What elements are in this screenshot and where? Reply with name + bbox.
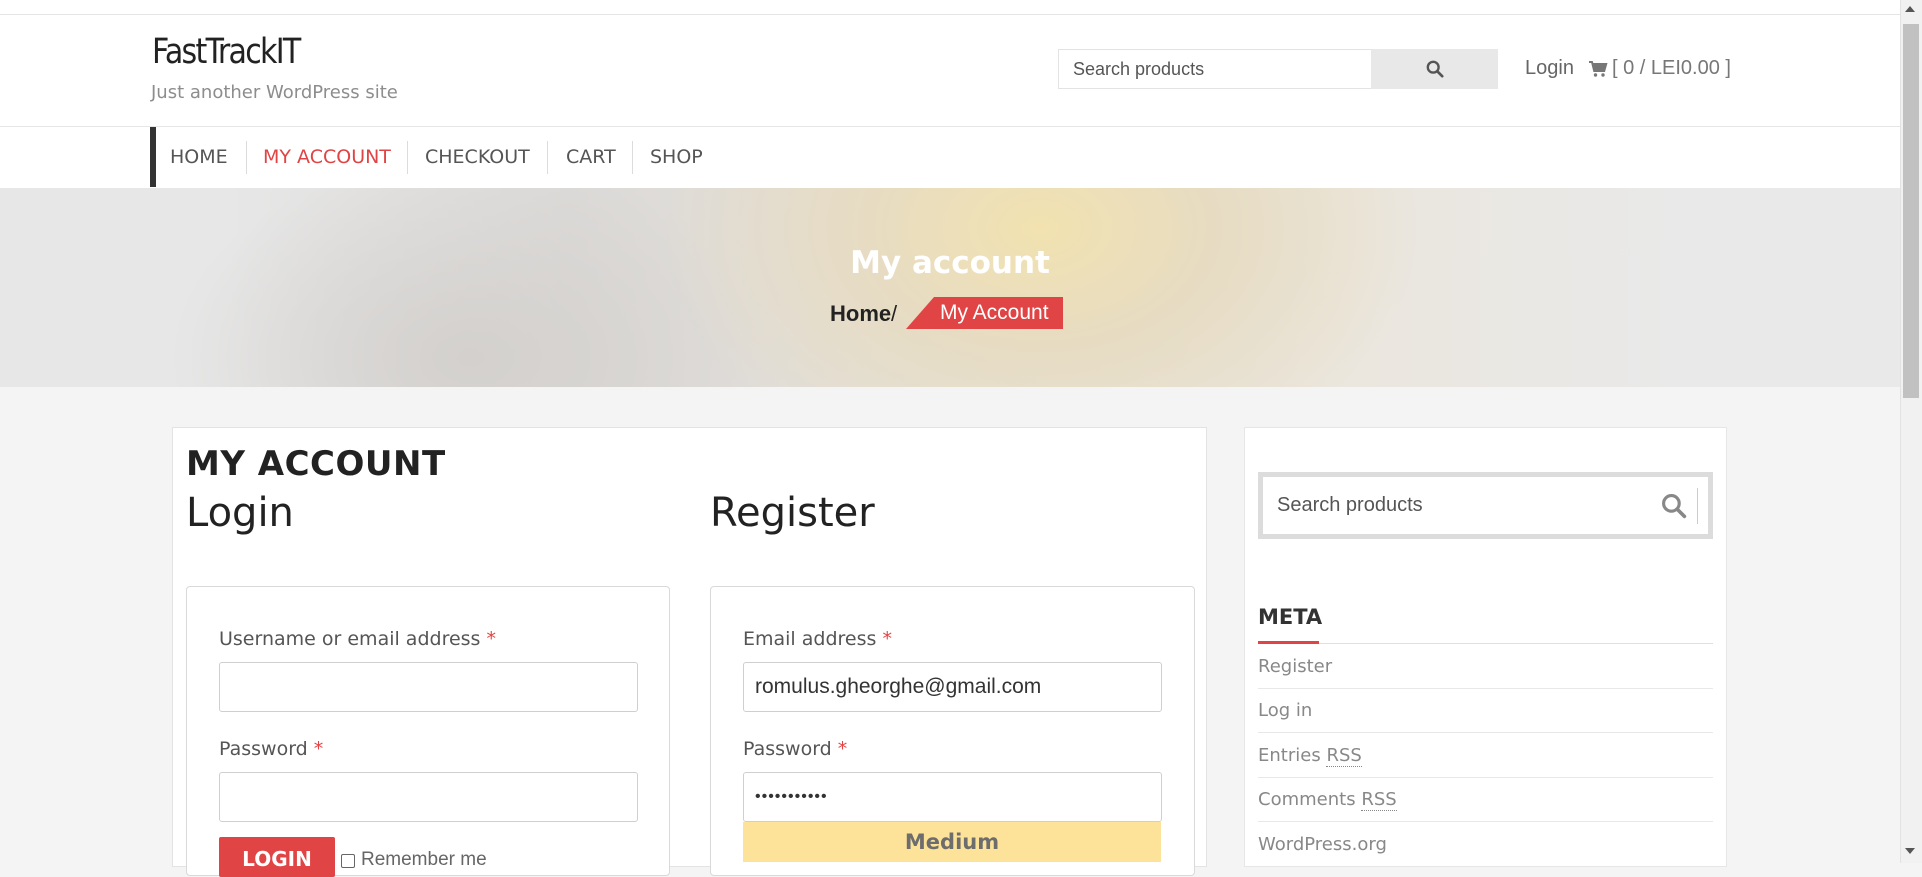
remember-me-checkbox[interactable] xyxy=(341,854,355,868)
meta-widget-title: META xyxy=(1258,605,1323,629)
breadcrumb-separator: / xyxy=(891,301,898,326)
register-heading: Register xyxy=(710,490,875,536)
site-title[interactable]: FastTrackIT xyxy=(152,32,301,72)
sidebar-search-input[interactable] xyxy=(1263,477,1648,534)
login-password-field[interactable] xyxy=(219,772,638,822)
breadcrumb-current: My Account xyxy=(934,297,1063,329)
top-strip xyxy=(0,0,1900,15)
rss-abbr: RSS xyxy=(1326,745,1362,767)
header-cart-link[interactable]: [ 0 / LEI0.00 ] xyxy=(1588,57,1731,80)
username-label: Username or email address * xyxy=(219,628,497,650)
nav-left-accent xyxy=(150,127,156,187)
email-field[interactable] xyxy=(743,662,1162,712)
header-login-link[interactable]: Login xyxy=(1525,57,1574,80)
breadcrumb-arrow xyxy=(906,297,934,329)
nav-item-my-account[interactable]: MY ACCOUNT xyxy=(263,127,391,187)
banner-title: My account xyxy=(850,245,1050,281)
register-password-label: Password * xyxy=(743,738,848,760)
meta-title-rule xyxy=(1258,643,1713,644)
nav-item-shop[interactable]: SHOP xyxy=(650,127,703,187)
cart-icon xyxy=(1589,60,1608,77)
login-password-label: Password * xyxy=(219,738,324,760)
nav-divider xyxy=(407,141,408,174)
rss-abbr: RSS xyxy=(1361,789,1397,811)
nav-divider xyxy=(246,141,247,174)
meta-link-comments-rss[interactable]: Comments RSS xyxy=(1258,778,1713,822)
meta-link-entries-rss[interactable]: Entries RSS xyxy=(1258,734,1713,778)
login-heading: Login xyxy=(186,490,294,536)
meta-link-login[interactable]: Log in xyxy=(1258,689,1713,733)
nav-item-cart[interactable]: CART xyxy=(566,127,616,187)
meta-title-accent xyxy=(1258,641,1319,644)
scrollbar-thumb[interactable] xyxy=(1903,24,1919,398)
nav-divider xyxy=(632,141,633,174)
cart-summary: [ 0 / LEI0.00 ] xyxy=(1612,57,1731,79)
search-icon xyxy=(1426,60,1444,78)
breadcrumb-home[interactable]: Home xyxy=(830,301,891,327)
register-password-field[interactable] xyxy=(743,772,1162,822)
meta-link-register[interactable]: Register xyxy=(1258,645,1713,689)
search-icon xyxy=(1661,494,1686,519)
remember-me-label[interactable]: Remember me xyxy=(361,849,487,871)
nav-item-checkout[interactable]: CHECKOUT xyxy=(425,127,530,187)
page-title: MY ACCOUNT xyxy=(186,444,446,484)
sidebar-search-button[interactable] xyxy=(1650,488,1698,524)
page-banner xyxy=(0,188,1900,387)
nav-item-home[interactable]: HOME xyxy=(170,127,228,187)
password-strength-meter: Medium xyxy=(743,822,1161,862)
nav-divider xyxy=(547,141,548,174)
header-search-input[interactable] xyxy=(1058,49,1372,89)
meta-link-wordpress-org[interactable]: WordPress.org xyxy=(1258,823,1713,867)
header-search-button[interactable] xyxy=(1371,49,1498,89)
scroll-down-icon[interactable] xyxy=(1905,848,1915,854)
username-field[interactable] xyxy=(219,662,638,712)
email-label: Email address * xyxy=(743,628,892,650)
site-tagline: Just another WordPress site xyxy=(151,82,398,103)
login-button[interactable]: LOGIN xyxy=(219,837,335,877)
scroll-up-icon[interactable] xyxy=(1905,6,1915,12)
